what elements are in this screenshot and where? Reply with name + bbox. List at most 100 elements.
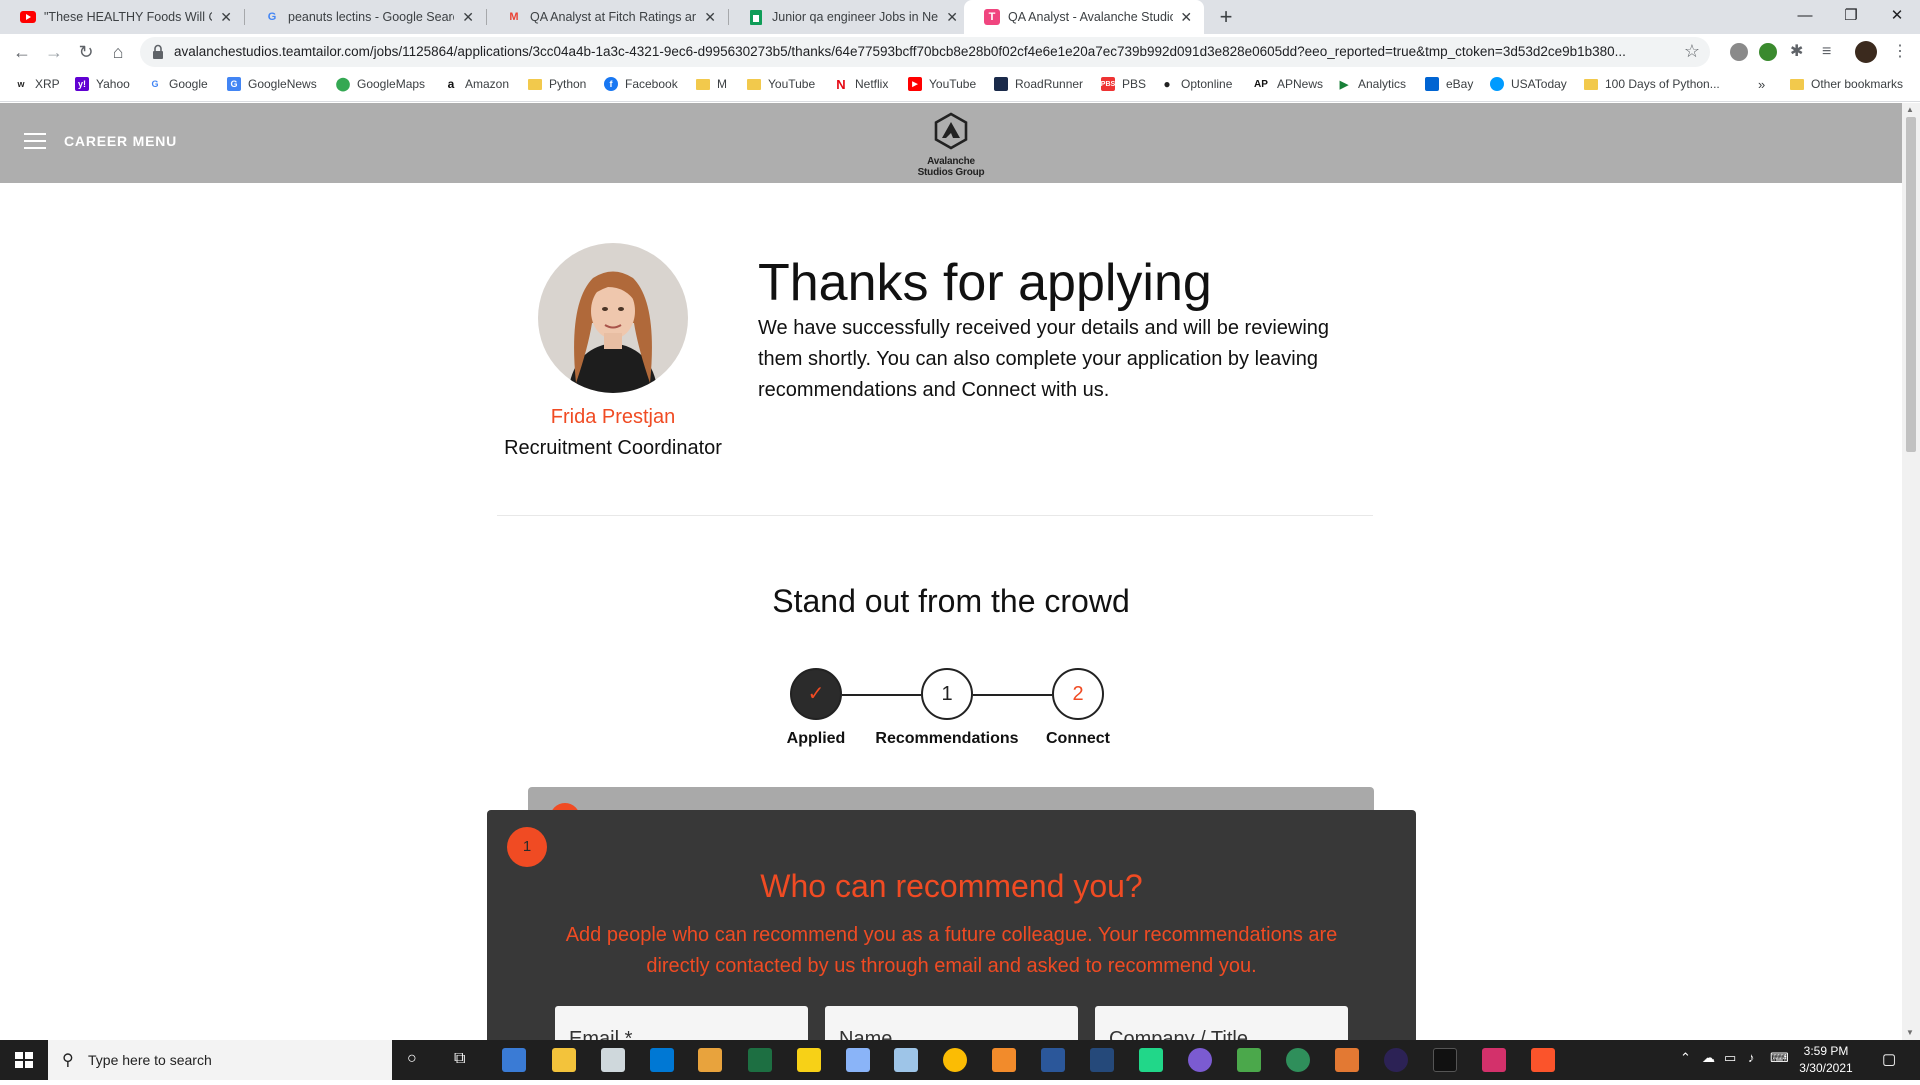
home-button[interactable]: ⌂ <box>104 38 132 66</box>
youtube-icon <box>20 9 36 25</box>
bookmark-item[interactable]: ▶ YouTube <box>908 77 976 91</box>
close-window-button[interactable]: ✕ <box>1874 0 1920 34</box>
taskbar-clock[interactable]: 3:59 PM 3/30/2021 <box>1788 1043 1864 1077</box>
network-icon[interactable]: ▭ <box>1724 1050 1736 1066</box>
close-icon[interactable]: ✕ <box>944 9 960 26</box>
bookmark-item[interactable]: AP APNews <box>1252 77 1323 91</box>
other-bookmarks-folder[interactable]: Other bookmarks <box>1790 77 1903 91</box>
taskbar-app-icon[interactable] <box>1090 1048 1114 1072</box>
scrollbar-thumb[interactable] <box>1906 117 1916 452</box>
google-news-icon: G <box>227 77 241 91</box>
start-button[interactable] <box>0 1040 48 1080</box>
career-menu-button[interactable]: CAREER MENU <box>24 133 177 149</box>
close-icon[interactable]: ✕ <box>460 9 476 26</box>
forward-button[interactable]: → <box>40 38 68 66</box>
file-explorer-icon[interactable] <box>552 1048 576 1072</box>
media-player-icon[interactable] <box>698 1048 722 1072</box>
bookmark-item[interactable]: ▶ Analytics <box>1337 77 1406 91</box>
browser-tab-active[interactable]: T QA Analyst - Avalanche Studios ✕ <box>964 0 1204 34</box>
tray-chevron-icon[interactable]: ⌃ <box>1680 1050 1691 1066</box>
minimize-button[interactable]: — <box>1782 0 1828 34</box>
git-icon[interactable] <box>1237 1048 1261 1072</box>
bookmark-item[interactable]: N Netflix <box>834 77 888 92</box>
mail-icon[interactable] <box>650 1048 674 1072</box>
chrome-icon[interactable] <box>943 1048 967 1072</box>
media-queue-icon[interactable]: ≡ <box>1822 43 1840 61</box>
bookmark-item[interactable]: USAToday <box>1490 77 1567 91</box>
task-view-icon[interactable]: ⧉ <box>454 1050 465 1068</box>
excel-icon[interactable] <box>748 1048 772 1072</box>
intellij-icon[interactable] <box>1482 1048 1506 1072</box>
taskbar-app-icon[interactable] <box>894 1048 918 1072</box>
browser-tab[interactable]: G peanuts lectins - Google Search ✕ <box>244 0 486 34</box>
taskbar-app-icon[interactable] <box>1286 1048 1310 1072</box>
restore-button[interactable]: ❐ <box>1828 0 1874 34</box>
jupyter-icon[interactable] <box>1335 1048 1359 1072</box>
address-bar[interactable]: avalanchestudios.teamtailor.com/jobs/112… <box>140 37 1710 67</box>
bookmark-item[interactable]: RoadRunner <box>994 77 1083 91</box>
bookmark-item[interactable]: ⬤ GoogleMaps <box>336 76 425 91</box>
bookmark-item[interactable]: eBay <box>1425 77 1473 91</box>
recruiter-title: Recruitment Coordinator <box>504 437 722 459</box>
bookmark-item[interactable]: PBS PBS <box>1101 77 1146 91</box>
word-icon[interactable] <box>1041 1048 1065 1072</box>
browser-tab[interactable]: M QA Analyst at Fitch Ratings and S ✕ <box>486 0 728 34</box>
volume-icon[interactable]: ♪ <box>1748 1050 1755 1065</box>
browser-tab[interactable]: Junior qa engineer Jobs in New Y ✕ <box>728 0 970 34</box>
eclipse-icon[interactable] <box>1384 1048 1408 1072</box>
puzzle-icon[interactable]: ✱ <box>1790 43 1808 61</box>
scroll-up-icon[interactable]: ▲ <box>1906 105 1914 114</box>
taskbar-app-icon[interactable] <box>502 1048 526 1072</box>
new-tab-button[interactable]: + <box>1212 4 1240 32</box>
recommender-email-field[interactable] <box>555 1006 808 1040</box>
bookmark-folder[interactable]: Python <box>528 77 586 91</box>
terminal-icon[interactable] <box>1433 1048 1457 1072</box>
close-icon[interactable]: ✕ <box>1179 9 1194 26</box>
scroll-down-icon[interactable]: ▼ <box>1906 1028 1914 1037</box>
avalanche-logo[interactable]: Avalanche Studios Group <box>911 111 991 178</box>
extension-tree-icon[interactable] <box>1759 43 1777 61</box>
page-scrollbar[interactable]: ▲ ▼ <box>1902 103 1920 1040</box>
extension-icon[interactable] <box>1730 43 1748 61</box>
sublime-icon[interactable] <box>992 1048 1016 1072</box>
step-recommendations-circle[interactable]: 1 <box>921 668 973 720</box>
clock-time: 3:59 PM <box>1803 1044 1849 1058</box>
bookmark-star-icon[interactable]: ☆ <box>1684 41 1700 62</box>
notifications-icon[interactable]: ▢ <box>1882 1050 1896 1068</box>
cortana-icon[interactable]: ○ <box>407 1050 417 1068</box>
google-icon: G <box>267 11 277 23</box>
bookmark-item[interactable]: a Amazon <box>444 77 509 91</box>
reload-button[interactable]: ↻ <box>72 38 100 66</box>
bookmark-item[interactable]: G Google <box>148 77 207 91</box>
bookmark-item[interactable]: f Facebook <box>604 77 678 91</box>
bookmark-item[interactable]: y! Yahoo <box>75 77 130 91</box>
taskbar-app-icon[interactable] <box>846 1048 870 1072</box>
back-button[interactable]: ← <box>8 38 36 66</box>
store-icon[interactable] <box>601 1048 625 1072</box>
taskbar-app-icon[interactable] <box>1188 1048 1212 1072</box>
browser-tab[interactable]: "These HEALTHY Foods Will COM ✕ <box>0 0 244 34</box>
profile-avatar[interactable] <box>1855 41 1877 63</box>
recommender-company-field[interactable] <box>1095 1006 1348 1040</box>
bookmark-item[interactable]: ● Optonline <box>1160 77 1232 91</box>
brave-icon[interactable] <box>1531 1048 1555 1072</box>
sheets-icon <box>748 9 764 25</box>
step-connect-circle[interactable]: 2 <box>1052 668 1104 720</box>
keyboard-icon[interactable]: ⌨ <box>1770 1050 1789 1066</box>
bookmark-folder[interactable]: 100 Days of Python... <box>1584 77 1720 91</box>
bookmark-folder[interactable]: YouTube <box>747 77 815 91</box>
browser-menu-icon[interactable]: ⋮ <box>1892 43 1910 61</box>
pycharm-icon[interactable] <box>1139 1048 1163 1072</box>
taskbar-search[interactable]: ⚲ Type here to search <box>48 1040 392 1080</box>
bookmarks-overflow-button[interactable]: » <box>1758 77 1765 92</box>
onedrive-icon[interactable]: ☁ <box>1702 1050 1715 1066</box>
bookmark-item[interactable]: w XRP <box>14 77 59 91</box>
close-icon[interactable]: ✕ <box>218 9 234 26</box>
bookmark-item[interactable]: G GoogleNews <box>227 77 317 91</box>
sticky-notes-icon[interactable] <box>797 1048 821 1072</box>
bookmark-folder[interactable]: M <box>696 77 727 91</box>
close-icon[interactable]: ✕ <box>702 9 718 26</box>
gmail-icon: M <box>509 11 519 23</box>
recommender-name-field[interactable] <box>825 1006 1078 1040</box>
step-applied-circle: ✓ <box>790 668 842 720</box>
